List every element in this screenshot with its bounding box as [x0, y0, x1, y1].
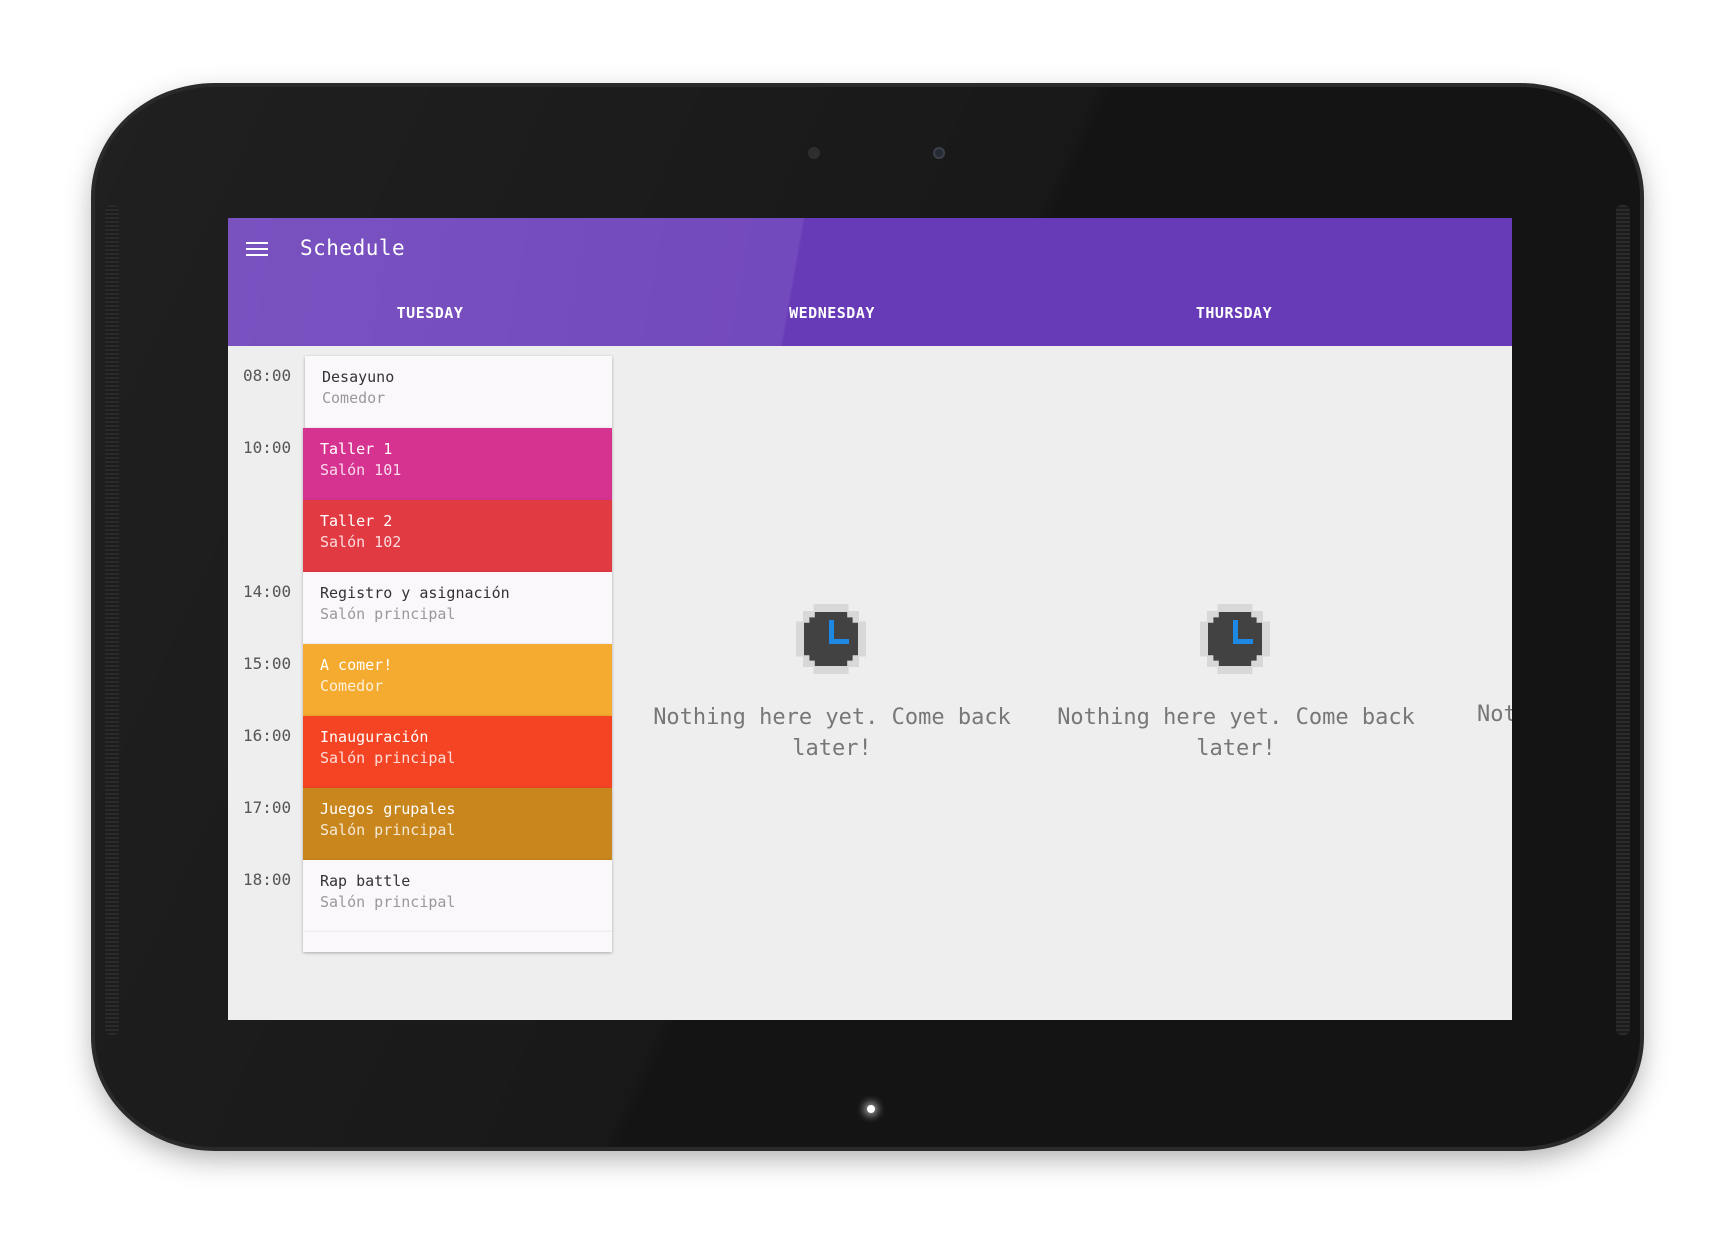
event-card[interactable]: Registro y asignación Salón principal — [303, 572, 612, 644]
time-label: 08:00 — [243, 366, 292, 385]
day-tabs: TUESDAY WEDNESDAY THURSDAY — [228, 294, 1512, 346]
event-name: A comer! — [320, 656, 393, 674]
event-card[interactable]: A comer! Comedor — [303, 644, 612, 716]
time-label: 14:00 — [243, 582, 292, 601]
event-place: Salón 102 — [320, 533, 402, 551]
event-name: Registro y asignación — [320, 584, 510, 602]
clock-icon — [796, 604, 866, 674]
schedule-content: 08:00 10:00 14:00 15:00 16:00 17:00 18:0… — [228, 346, 1512, 1020]
empty-state-message: Nothing here yet. Come back later! — [653, 705, 1011, 761]
empty-state-message: Nothing here yet. Come back later! — [1057, 705, 1415, 761]
empty-state-message-partial: Not — [1477, 702, 1512, 727]
event-place: Salón principal — [320, 821, 456, 839]
speaker-grille-left — [105, 205, 119, 1035]
event-card-partial[interactable] — [303, 932, 612, 952]
event-place: Salón 101 — [320, 461, 402, 479]
event-card[interactable]: Taller 1 Salón 101 — [303, 428, 612, 500]
event-place: Salón principal — [320, 893, 456, 911]
tab-wednesday[interactable]: WEDNESDAY — [630, 304, 1034, 322]
time-label: 15:00 — [243, 654, 292, 673]
page-title: Schedule — [300, 236, 406, 260]
speaker-grille-right — [1616, 205, 1630, 1035]
event-name: Taller 1 — [320, 440, 393, 458]
tab-thursday[interactable]: THURSDAY — [1032, 304, 1436, 322]
hamburger-menu-icon[interactable] — [246, 242, 268, 258]
front-sensor — [808, 147, 820, 159]
time-label: 17:00 — [243, 798, 292, 817]
clock-icon — [1200, 604, 1270, 674]
time-label: 18:00 — [243, 870, 292, 889]
notification-led — [867, 1105, 875, 1113]
empty-state-thursday: Nothing here yet. Come back later! — [1034, 346, 1438, 1020]
event-card[interactable]: Juegos grupales Salón principal — [303, 788, 612, 860]
event-name: Juegos grupales — [320, 800, 456, 818]
event-card[interactable]: Taller 2 Salón 102 — [303, 500, 612, 572]
event-name: Inauguración — [320, 728, 429, 746]
app-screen: Schedule TUESDAY WEDNESDAY THURSDAY 08:0… — [228, 218, 1512, 1020]
time-label: 10:00 — [243, 438, 292, 457]
event-place: Comedor — [322, 389, 386, 407]
event-place: Salón principal — [320, 605, 456, 623]
event-card[interactable]: Inauguración Salón principal — [303, 716, 612, 788]
event-card[interactable]: Rap battle Salón principal — [303, 860, 612, 932]
empty-state-wednesday: Nothing here yet. Come back later! — [630, 346, 1034, 1020]
event-place: Salón principal — [320, 749, 456, 767]
event-name: Rap battle — [320, 872, 411, 890]
time-label: 16:00 — [243, 726, 292, 745]
event-card[interactable]: Desayuno Comedor — [305, 356, 612, 428]
front-camera — [933, 147, 945, 159]
tab-tuesday[interactable]: TUESDAY — [228, 304, 632, 322]
event-place: Comedor — [320, 677, 384, 695]
app-bar: Schedule TUESDAY WEDNESDAY THURSDAY — [228, 218, 1512, 346]
event-name: Desayuno — [322, 368, 395, 386]
event-name: Taller 2 — [320, 512, 393, 530]
